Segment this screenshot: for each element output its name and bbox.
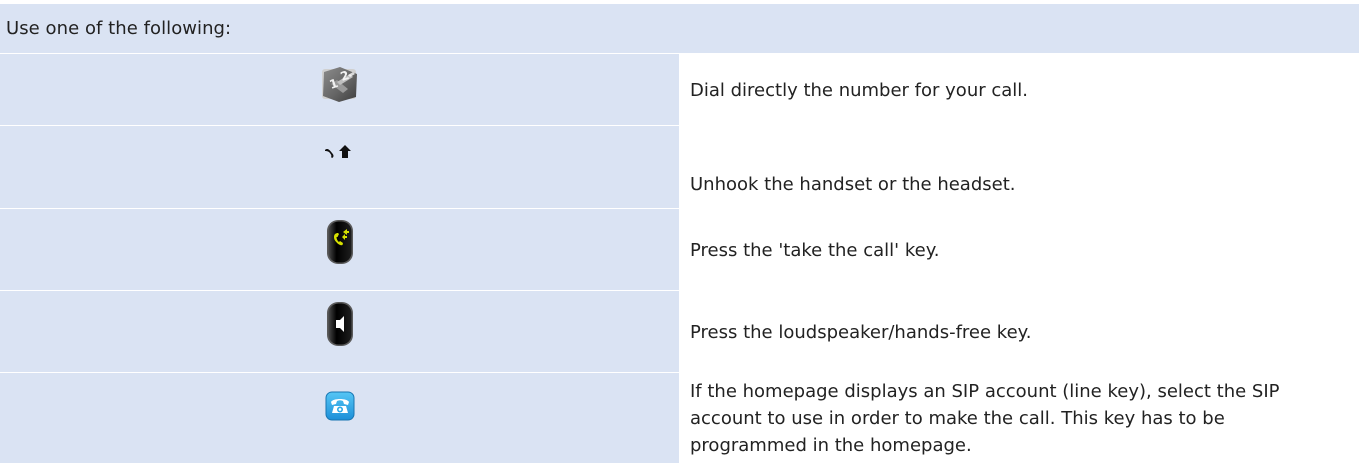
table-header-row: Use one of the following: [0, 4, 1359, 54]
handset-unhook-icon [323, 143, 357, 165]
call-options-table: Use one of the following: [0, 4, 1359, 464]
table-row: Unhook the handset or the headset. [0, 126, 1359, 209]
icon-cell [0, 126, 680, 209]
dial-keypad-icon: 1 2 [319, 64, 361, 108]
table-header: Use one of the following: [0, 4, 1359, 54]
description-text: Press the loudspeaker/hands-free key. [690, 319, 1343, 346]
loudspeaker-key-icon [326, 301, 354, 351]
description-cell: Press the 'take the call' key. [680, 209, 1359, 291]
description-text: If the homepage displays an SIP account … [690, 378, 1343, 459]
description-cell: Dial directly the number for your call. [680, 54, 1359, 126]
icon-cell [0, 291, 680, 373]
icon-cell: 1 2 [0, 54, 680, 126]
description-text: Unhook the handset or the headset. [690, 171, 1343, 198]
description-text: Press the 'take the call' key. [690, 237, 1343, 264]
description-cell: If the homepage displays an SIP account … [680, 373, 1359, 464]
table-row: Press the loudspeaker/hands-free key. [0, 291, 1359, 373]
description-text: Dial directly the number for your call. [690, 77, 1343, 104]
table-row: 1 2 Dial directly the number for your ca… [0, 54, 1359, 126]
table-row: Press the 'take the call' key. [0, 209, 1359, 291]
table-row: If the homepage displays an SIP account … [0, 373, 1359, 464]
description-cell: Press the loudspeaker/hands-free key. [680, 291, 1359, 373]
icon-cell [0, 209, 680, 291]
sip-line-key-icon [325, 391, 355, 425]
description-cell: Unhook the handset or the headset. [680, 126, 1359, 209]
help-page: Use one of the following: [0, 0, 1359, 463]
take-call-key-icon [326, 219, 354, 269]
icon-cell [0, 373, 680, 464]
